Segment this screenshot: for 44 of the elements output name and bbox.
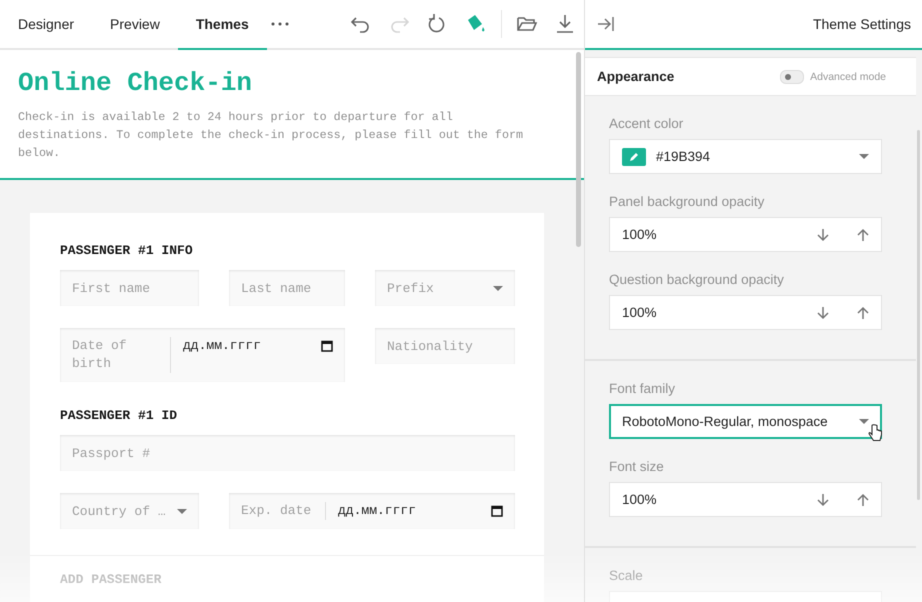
- arrow-up-icon[interactable]: [857, 492, 869, 506]
- panel-title: PASSENGER #1 INFO: [60, 243, 194, 258]
- caret-icon: [859, 419, 869, 424]
- hand-cursor-icon: [868, 424, 882, 442]
- calendar-icon[interactable]: [321, 340, 333, 352]
- dropdown-field[interactable]: RobotoMono-Regular, monospace: [609, 404, 882, 439]
- field-label: Scale: [609, 568, 644, 584]
- date-field[interactable]: Date of birth дд.мм.гггг: [60, 328, 345, 382]
- arrow-up-icon[interactable]: [857, 306, 869, 320]
- field-label: Question background opacity: [609, 272, 785, 288]
- caret-icon: [859, 154, 869, 159]
- color-value: #19B394: [656, 149, 712, 164]
- pencil-icon: [629, 152, 639, 162]
- date-field-label: Date of birth: [72, 337, 171, 373]
- field-label: Accent color: [609, 116, 684, 132]
- tab[interactable]: Preview: [92, 0, 178, 50]
- arrow-down-icon[interactable]: [817, 228, 829, 242]
- field-label: Font size: [609, 459, 665, 475]
- color-swatch[interactable]: [622, 148, 646, 166]
- date-field-label: Exp. date: [241, 502, 326, 520]
- survey-title: Online Check-in: [18, 68, 254, 98]
- panel-title: PASSENGER #1 ID: [60, 408, 178, 423]
- survey-description: Check-in is available 2 to 24 hours prior to departure for all destinations. To complete the check-in process, please fill out the form below.: [18, 109, 524, 162]
- number-input-field[interactable]: 100%: [609, 295, 882, 330]
- date-field[interactable]: Exp. date дд.мм.гггг: [229, 493, 515, 529]
- number-input-field[interactable]: 100%: [609, 217, 882, 252]
- scrollbar[interactable]: [576, 52, 581, 247]
- collapse-panel-icon[interactable]: [597, 16, 615, 32]
- color-picker-field[interactable]: #19B394: [609, 139, 882, 174]
- panel-title: Theme Settings: [812, 16, 911, 32]
- arrow-down-icon[interactable]: [817, 492, 829, 506]
- tab[interactable]: Designer: [0, 0, 92, 50]
- number-input-field[interactable]: 100%: [609, 482, 882, 517]
- scrollbar[interactable]: [917, 130, 920, 500]
- field-label: Font family: [609, 381, 676, 397]
- caret-icon: [493, 286, 503, 290]
- arrow-down-icon[interactable]: [817, 306, 829, 320]
- date-value: дд.мм.гггг: [183, 337, 262, 355]
- calendar-icon[interactable]: [491, 505, 503, 517]
- date-value: дд.мм.гггг: [338, 502, 418, 520]
- section-header[interactable]: Appearance Advanced mode: [585, 57, 916, 96]
- arrow-up-icon[interactable]: [857, 228, 869, 242]
- field-label: Panel background opacity: [609, 194, 766, 210]
- caret-icon: [177, 508, 187, 514]
